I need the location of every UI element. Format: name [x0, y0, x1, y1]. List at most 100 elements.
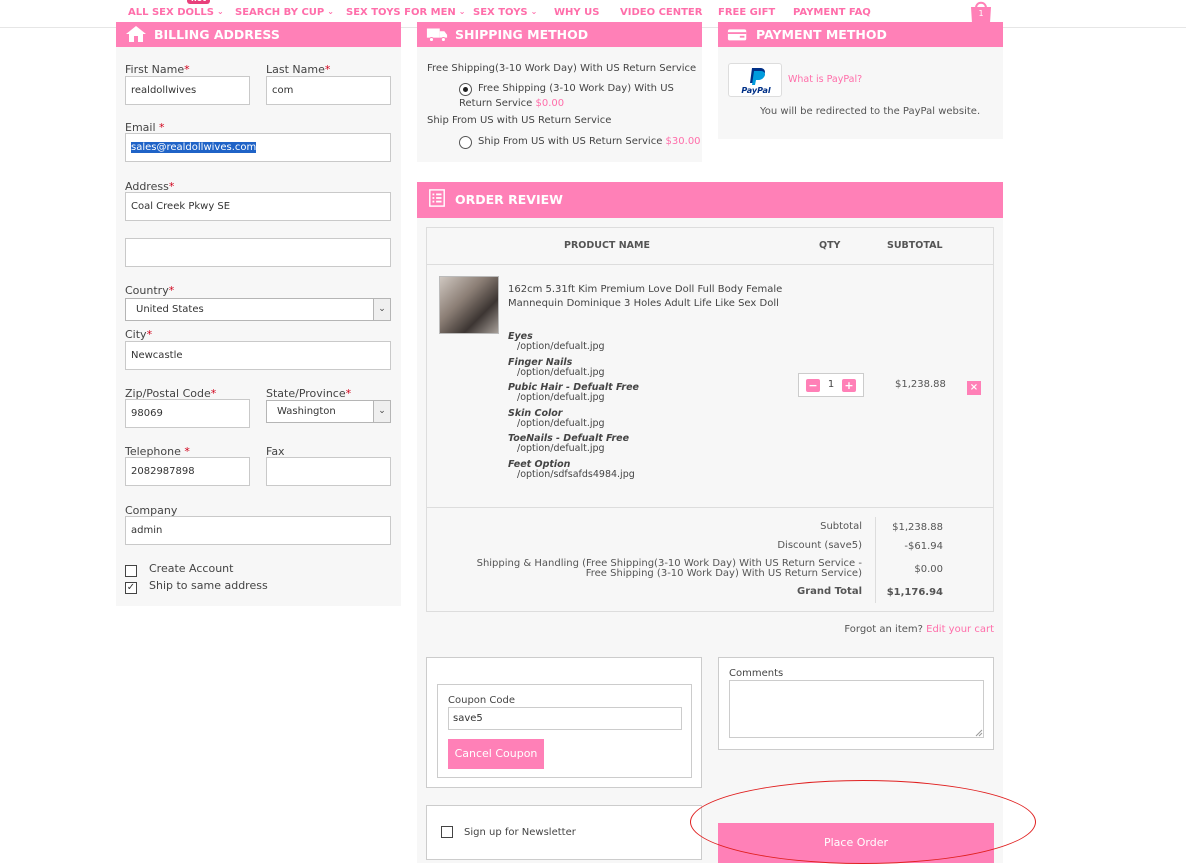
chevron-down-icon: ⌄	[530, 7, 538, 16]
checkmark-icon: ✓	[126, 582, 136, 593]
required-mark: *	[168, 284, 175, 297]
shipping-option-us-text: Ship From US with US Return Service	[478, 136, 663, 147]
chevron-down-icon: ⌄	[216, 7, 224, 16]
country-label-text: Country	[125, 284, 169, 297]
option-value: /option/sdfsafds4984.jpg	[517, 469, 635, 480]
option-value: /option/defualt.jpg	[517, 341, 605, 352]
shipping-title: SHIPPING METHOD	[455, 27, 589, 42]
grand-total-label: Grand Total	[797, 586, 862, 597]
state-label: State/Province*	[266, 387, 351, 400]
subtotal-value: $1,238.88	[892, 522, 943, 533]
coupon-code-field[interactable]: save5	[448, 707, 682, 730]
product-name[interactable]: 162cm 5.31ft Kim Premium Love Doll Full …	[508, 283, 788, 311]
email-selected-text: sales@realdollwives.com	[131, 142, 257, 153]
state-label-text: State/Province	[266, 387, 346, 400]
chevron-down-icon: ⌄	[373, 299, 390, 320]
city-field[interactable]: Newcastle	[125, 341, 391, 370]
email-field[interactable]: sales@realdollwives.com	[125, 133, 391, 162]
nav-item-search-by-cup[interactable]: SEARCH BY CUP ⌄	[235, 7, 334, 18]
payment-title: PAYMENT METHOD	[756, 27, 887, 42]
line-subtotal: $1,238.88	[895, 379, 946, 390]
nav-item-label: PAYMENT FAQ	[793, 7, 871, 18]
cart-count: 1	[978, 9, 984, 18]
payment-method-section: PAYMENT METHOD PayPal What is PayPal? Yo…	[718, 22, 1003, 139]
nav-item-label: ALL SEX DOLLS	[128, 7, 214, 18]
nav-item-payment-faq[interactable]: PAYMENT FAQ	[793, 7, 871, 18]
ship-same-address-checkbox[interactable]: ✓	[125, 582, 137, 594]
column-header-qty: QTY	[819, 240, 841, 251]
grand-total-value: $1,176.94	[886, 587, 943, 598]
nav-item-sex-toys[interactable]: SEX TOYS ⌄	[473, 7, 537, 18]
list-document-icon	[429, 189, 445, 207]
shipping-handling-label: Shipping & Handling (Free Shipping(3-10 …	[476, 558, 862, 579]
shipping-option-free[interactable]: Free Shipping (3-10 Work Day) With US Re…	[459, 81, 694, 111]
shipping-radio-us[interactable]	[459, 136, 472, 149]
telephone-field[interactable]: 2082987898	[125, 457, 250, 486]
nav-item-free-gift[interactable]: FREE GIFT	[718, 7, 775, 18]
country-select[interactable]: United States ⌄	[125, 298, 391, 321]
option-row: Pubic Hair - Defualt Free/option/defualt…	[508, 383, 639, 403]
option-row: Feet Option/option/sdfsafds4984.jpg	[508, 460, 635, 480]
hot-badge: hot	[187, 0, 211, 4]
fax-field[interactable]	[266, 457, 391, 486]
remove-item-button[interactable]: ×	[967, 381, 981, 395]
state-select[interactable]: Washington ⌄	[266, 400, 391, 423]
increase-qty-button[interactable]: +	[842, 379, 856, 392]
edit-cart-link[interactable]: Edit your cart	[926, 624, 994, 635]
address-line2-field[interactable]	[125, 238, 391, 267]
first-name-field[interactable]: realdollwives	[125, 76, 250, 105]
shipping-group-us: Ship From US with US Return Service	[427, 115, 612, 126]
forgot-item-text: Forgot an item?	[844, 624, 923, 635]
shipping-header: SHIPPING METHOD	[417, 22, 702, 47]
forgot-item-note: Forgot an item? Edit your cart	[844, 624, 994, 635]
last-name-field[interactable]: com	[266, 76, 391, 105]
divider	[427, 507, 993, 508]
paypal-redirect-note: You will be redirected to the PayPal web…	[760, 106, 981, 117]
place-order-button[interactable]: Place Order	[718, 823, 994, 863]
create-account-checkbox[interactable]	[125, 565, 137, 577]
option-value: /option/defualt.jpg	[517, 443, 605, 454]
country-value: United States	[136, 304, 204, 315]
order-review-title: ORDER REVIEW	[455, 192, 563, 207]
last-name-label: Last Name*	[266, 63, 330, 76]
close-icon: ×	[969, 382, 979, 393]
newsletter-checkbox[interactable]	[441, 826, 453, 838]
discount-label: Discount (save5)	[777, 540, 862, 551]
nav-item-video-center[interactable]: VIDEO CENTER	[620, 7, 702, 18]
resize-grip-icon[interactable]	[975, 729, 983, 737]
quantity-value[interactable]: 1	[821, 379, 841, 390]
totals-divider	[875, 517, 876, 603]
decrease-qty-button[interactable]: −	[806, 379, 820, 392]
shipping-option-us[interactable]: Ship From US with US Return Service $30.…	[478, 134, 701, 149]
coupon-fieldset: Coupon Code save5 Cancel Coupon	[437, 684, 692, 778]
cancel-coupon-button[interactable]: Cancel Coupon	[448, 739, 544, 769]
comments-textarea[interactable]	[729, 680, 984, 738]
order-review-section: ORDER REVIEW PRODUCT NAME QTY SUBTOTAL 1…	[417, 182, 1003, 863]
what-is-paypal-link[interactable]: What is PayPal?	[788, 74, 862, 85]
shopping-bag-icon[interactable]: 1	[968, 0, 994, 24]
product-thumbnail[interactable]	[439, 276, 499, 334]
nav-item-why-us[interactable]: WHY US	[554, 7, 599, 18]
required-mark: *	[146, 328, 153, 341]
city-label-text: City	[125, 328, 147, 341]
quantity-stepper: − 1 +	[798, 373, 864, 397]
nav-item-all-sex-dolls[interactable]: ALL SEX DOLLS ⌄	[128, 7, 224, 18]
billing-header: BILLING ADDRESS	[116, 22, 401, 47]
comments-label: Comments	[729, 668, 784, 679]
nav-item-label: SEX TOYS FOR MEN	[346, 7, 456, 18]
required-mark: *	[184, 63, 190, 76]
shipping-handling-value: $0.00	[914, 564, 943, 575]
company-field[interactable]: admin	[125, 516, 391, 545]
shipping-option-free-price: $0.00	[535, 98, 565, 109]
create-account-label: Create Account	[149, 562, 234, 575]
city-label: City*	[125, 328, 152, 341]
divider	[427, 264, 993, 265]
discount-value: -$61.94	[904, 541, 943, 552]
newsletter-label: Sign up for Newsletter	[464, 827, 576, 838]
coupon-panel: Coupon Code save5 Cancel Coupon	[426, 657, 702, 788]
zip-field[interactable]: 98069	[125, 399, 250, 428]
option-row: ToeNails - Defualt Free/option/defualt.j…	[508, 434, 629, 454]
address-line1-field[interactable]: Coal Creek Pkwy SE	[125, 192, 391, 221]
first-name-label: First Name*	[125, 63, 190, 76]
nav-item-sex-toys-for-men[interactable]: SEX TOYS FOR MEN ⌄	[346, 7, 465, 18]
